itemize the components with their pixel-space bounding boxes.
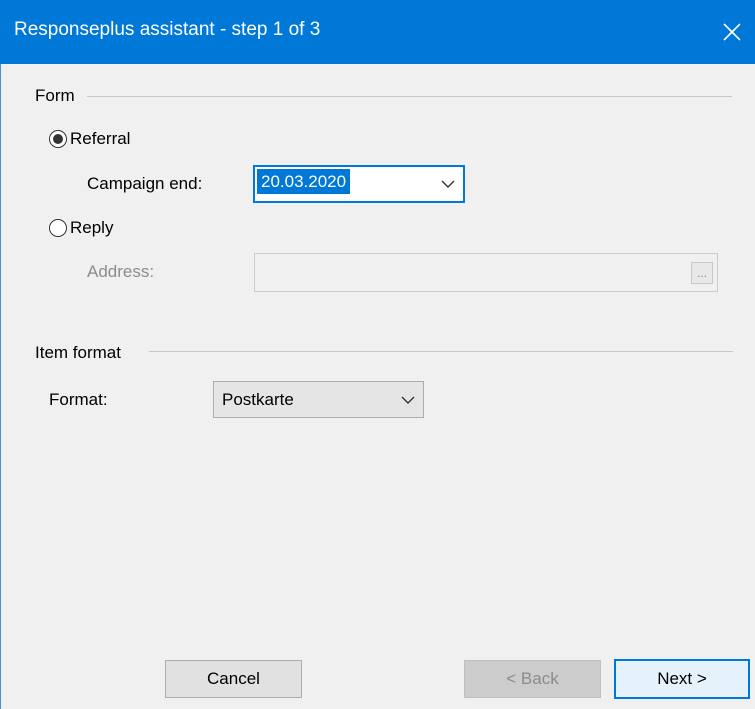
window-title: Responseplus assistant - step 1 of 3: [14, 19, 321, 40]
referral-radio[interactable]: Referral: [49, 129, 130, 149]
chevron-down-icon[interactable]: [441, 180, 455, 188]
campaign-end-dropdown[interactable]: 20.03.2020: [253, 165, 465, 203]
back-button[interactable]: < Back: [464, 660, 601, 698]
reply-radio[interactable]: Reply: [49, 218, 113, 238]
reply-radio-label: Reply: [70, 218, 114, 237]
item-format-group-label: Item format: [35, 343, 121, 362]
address-field: ...: [254, 253, 718, 292]
form-group-divider: [87, 96, 732, 97]
next-button[interactable]: Next >: [614, 659, 750, 699]
form-group-label: Form: [35, 86, 75, 105]
radio-selected-dot: [53, 134, 63, 144]
format-label: Format:: [49, 390, 108, 409]
campaign-end-value: 20.03.2020: [257, 169, 351, 194]
close-icon: [723, 23, 741, 41]
referral-radio-button[interactable]: [49, 130, 67, 148]
item-format-group-divider: [149, 351, 733, 352]
title-bar: Responseplus assistant - step 1 of 3: [0, 0, 755, 64]
campaign-end-label: Campaign end:: [87, 174, 203, 193]
close-button[interactable]: [709, 0, 755, 64]
format-dropdown[interactable]: Postkarte: [213, 381, 424, 418]
window-border: [0, 64, 1, 709]
referral-radio-label: Referral: [70, 129, 131, 148]
format-value: Postkarte: [222, 389, 294, 409]
cancel-button[interactable]: Cancel: [165, 660, 302, 698]
chevron-down-icon[interactable]: [401, 396, 415, 404]
address-label: Address:: [87, 262, 155, 281]
reply-radio-button[interactable]: [49, 219, 67, 237]
address-browse-button: ...: [691, 262, 713, 284]
